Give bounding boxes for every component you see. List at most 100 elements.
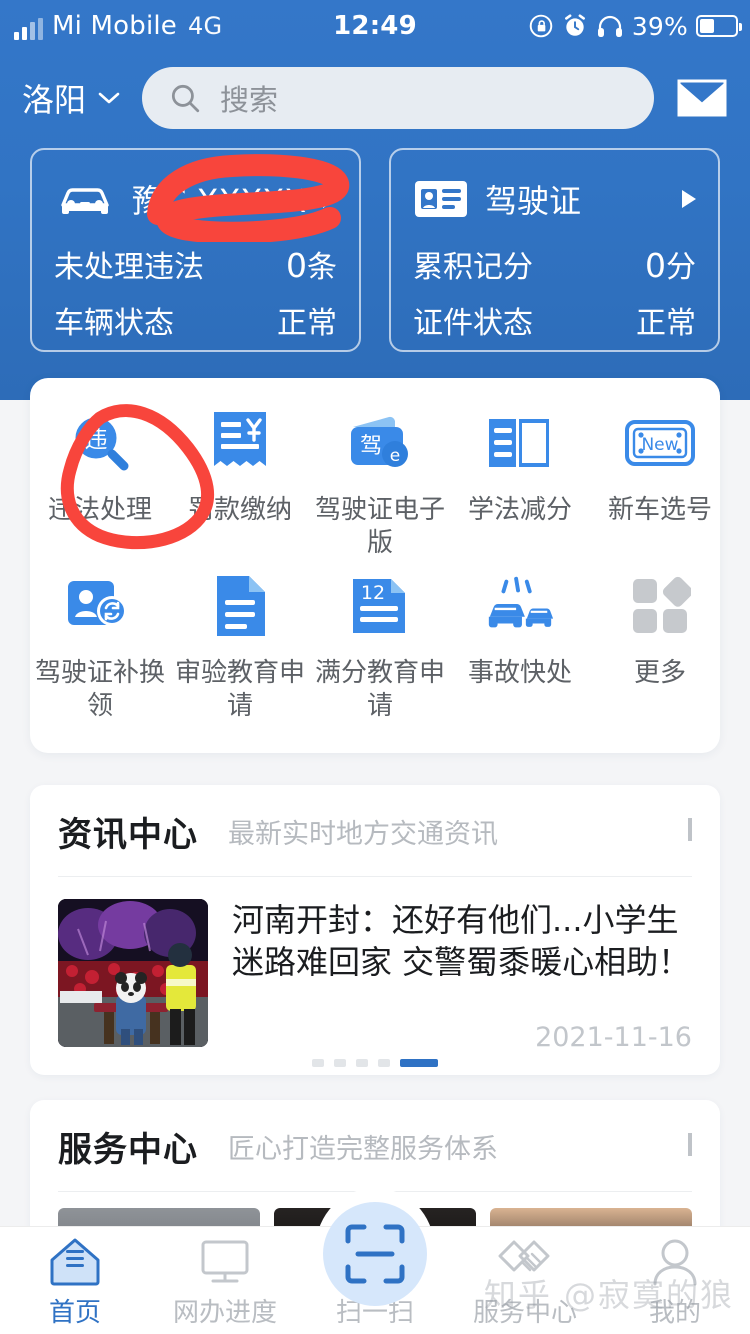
status-clock: 12:49 (0, 11, 750, 41)
vehicle-violations-label: 未处理违法 (54, 242, 204, 286)
news-carousel-dots[interactable] (30, 1059, 720, 1067)
vehicle-status-label: 车辆状态 (54, 298, 174, 342)
grid-item-e-license[interactable]: 驾 e 驾驶证电子版 (310, 406, 450, 559)
grid-item-more[interactable]: 更多 (590, 569, 730, 722)
grid-item-fine-payment[interactable]: 罚款缴纳 (170, 406, 310, 559)
monitor-icon (199, 1232, 251, 1286)
news-center-more-button[interactable] (688, 822, 692, 841)
vehicle-card-header: 豫C·XXXXX (54, 168, 337, 230)
chevron-right-icon (688, 1133, 692, 1156)
service-center-header[interactable]: 服务中心 匠心打造完整服务体系 (30, 1100, 720, 1192)
svg-text:违: 违 (85, 427, 108, 453)
service-center-subtitle: 匠心打造完整服务体系 (228, 1127, 498, 1166)
collision-icon (483, 569, 557, 643)
license-status-label: 证件状态 (413, 298, 533, 342)
battery-icon (696, 15, 738, 37)
summary-cards: 豫C·XXXXX 未处理违法 0条 车辆状态 正常 (0, 148, 750, 352)
news-center-title: 资讯中心 (58, 807, 198, 856)
vehicle-row-violations: 未处理违法 0条 (54, 242, 337, 286)
vehicle-plate-label: 豫C·XXXXX (132, 176, 306, 222)
carousel-dot-active[interactable] (400, 1059, 438, 1067)
svg-text:e: e (390, 446, 400, 466)
scan-button[interactable] (323, 1202, 427, 1306)
child-figure (115, 972, 147, 1045)
news-center-subtitle: 最新实时地方交通资讯 (228, 812, 498, 851)
tab-label: 网办进度 (173, 1292, 277, 1329)
status-bar: Mi Mobile 4G 12:49 39% (0, 0, 750, 52)
caret-right-icon (682, 190, 696, 208)
open-book-icon (483, 406, 557, 480)
document-icon (203, 569, 277, 643)
grid-item-violation-handling[interactable]: 违 违法处理 (30, 406, 170, 559)
scan-icon (344, 1223, 406, 1285)
grid-label: 事故快处 (450, 657, 590, 690)
grid-item-full-points-education[interactable]: 12 满分教育申请 (310, 569, 450, 722)
license-summary-card[interactable]: 驾驶证 累积记分 0分 证件状态 正常 (389, 148, 720, 352)
grid-label: 违法处理 (30, 494, 170, 527)
svg-text:12: 12 (361, 582, 385, 604)
carousel-dot[interactable] (312, 1059, 324, 1067)
search-icon (168, 81, 202, 115)
carousel-dot[interactable] (334, 1059, 346, 1067)
svg-text:New: New (641, 435, 678, 455)
fine-receipt-icon (203, 406, 277, 480)
license-card-header: 驾驶证 (413, 168, 696, 230)
search-input[interactable]: 搜索 (142, 67, 654, 129)
news-item[interactable]: 河南开封：还好有他们...小学生迷路难回家 交警蜀黍暖心相助！ 2021-11-… (30, 877, 720, 1075)
grid-label: 驾驶证电子版 (310, 494, 450, 559)
new-plate-icon: New (623, 406, 697, 480)
service-grid-panel: 违 违法处理 罚款缴纳 (30, 378, 720, 753)
grid-item-review-education[interactable]: 审验教育申请 (170, 569, 310, 722)
license-points-value: 0分 (645, 242, 696, 286)
officer-figure (166, 943, 196, 1045)
tab-label: 首页 (49, 1292, 101, 1329)
grid-item-license-renew[interactable]: 驾驶证补换领 (30, 569, 170, 722)
grid-label: 学法减分 (450, 494, 590, 527)
app-screen: Mi Mobile 4G 12:49 39% (0, 0, 750, 1334)
service-grid-row-1: 违 违法处理 罚款缴纳 (30, 406, 720, 559)
grid-label: 新车选号 (590, 494, 730, 527)
vehicle-violations-value: 0条 (286, 242, 337, 286)
chevron-down-icon (94, 88, 124, 108)
service-center-more-button[interactable] (688, 1137, 692, 1156)
city-label: 洛阳 (22, 75, 86, 121)
twelve-points-doc-icon: 12 (343, 569, 417, 643)
grid-item-study-points[interactable]: 学法减分 (450, 406, 590, 559)
zhihu-watermark: 知乎 @寂寞的狼 (484, 1270, 734, 1316)
car-icon (54, 179, 116, 219)
carousel-dot[interactable] (356, 1059, 368, 1067)
mail-icon[interactable] (676, 78, 728, 118)
vehicle-row-status: 车辆状态 正常 (54, 298, 337, 342)
news-center-card: 资讯中心 最新实时地方交通资讯 (30, 785, 720, 1075)
home-icon (48, 1232, 102, 1286)
carousel-dot[interactable] (378, 1059, 390, 1067)
service-grid-row-2: 驾驶证补换领 审验教育申请 (30, 569, 720, 722)
license-row-status: 证件状态 正常 (413, 298, 696, 342)
tab-progress[interactable]: 网办进度 (150, 1227, 300, 1334)
city-selector[interactable]: 洛阳 (22, 75, 124, 121)
id-card-icon (413, 178, 469, 220)
license-renew-icon (63, 569, 137, 643)
more-grid-icon (623, 569, 697, 643)
grid-item-accident-quick[interactable]: 事故快处 (450, 569, 590, 722)
license-title-label: 驾驶证 (485, 176, 581, 222)
news-date: 2021-11-16 (535, 1022, 692, 1053)
service-center-title: 服务中心 (58, 1122, 198, 1171)
news-thumbnail (58, 899, 208, 1047)
license-points-label: 累积记分 (413, 242, 533, 286)
license-row-points: 累积记分 0分 (413, 242, 696, 286)
search-placeholder: 搜索 (220, 77, 278, 119)
vehicle-summary-card[interactable]: 豫C·XXXXX 未处理违法 0条 车辆状态 正常 (30, 148, 361, 352)
caret-right-icon (323, 190, 337, 208)
violation-search-icon: 违 (63, 406, 137, 480)
svg-text:驾: 驾 (360, 434, 382, 459)
grid-label: 罚款缴纳 (170, 494, 310, 527)
news-title: 河南开封：还好有他们...小学生迷路难回家 交警蜀黍暖心相助！ (232, 899, 692, 983)
grid-label: 满分教育申请 (310, 657, 450, 722)
tab-home[interactable]: 首页 (0, 1227, 150, 1334)
app-header: 洛阳 搜索 (0, 58, 750, 138)
chevron-right-icon (688, 818, 692, 841)
grid-item-new-plate[interactable]: New 新车选号 (590, 406, 730, 559)
news-center-header[interactable]: 资讯中心 最新实时地方交通资讯 (30, 785, 720, 877)
e-license-wallet-icon: 驾 e (343, 406, 417, 480)
